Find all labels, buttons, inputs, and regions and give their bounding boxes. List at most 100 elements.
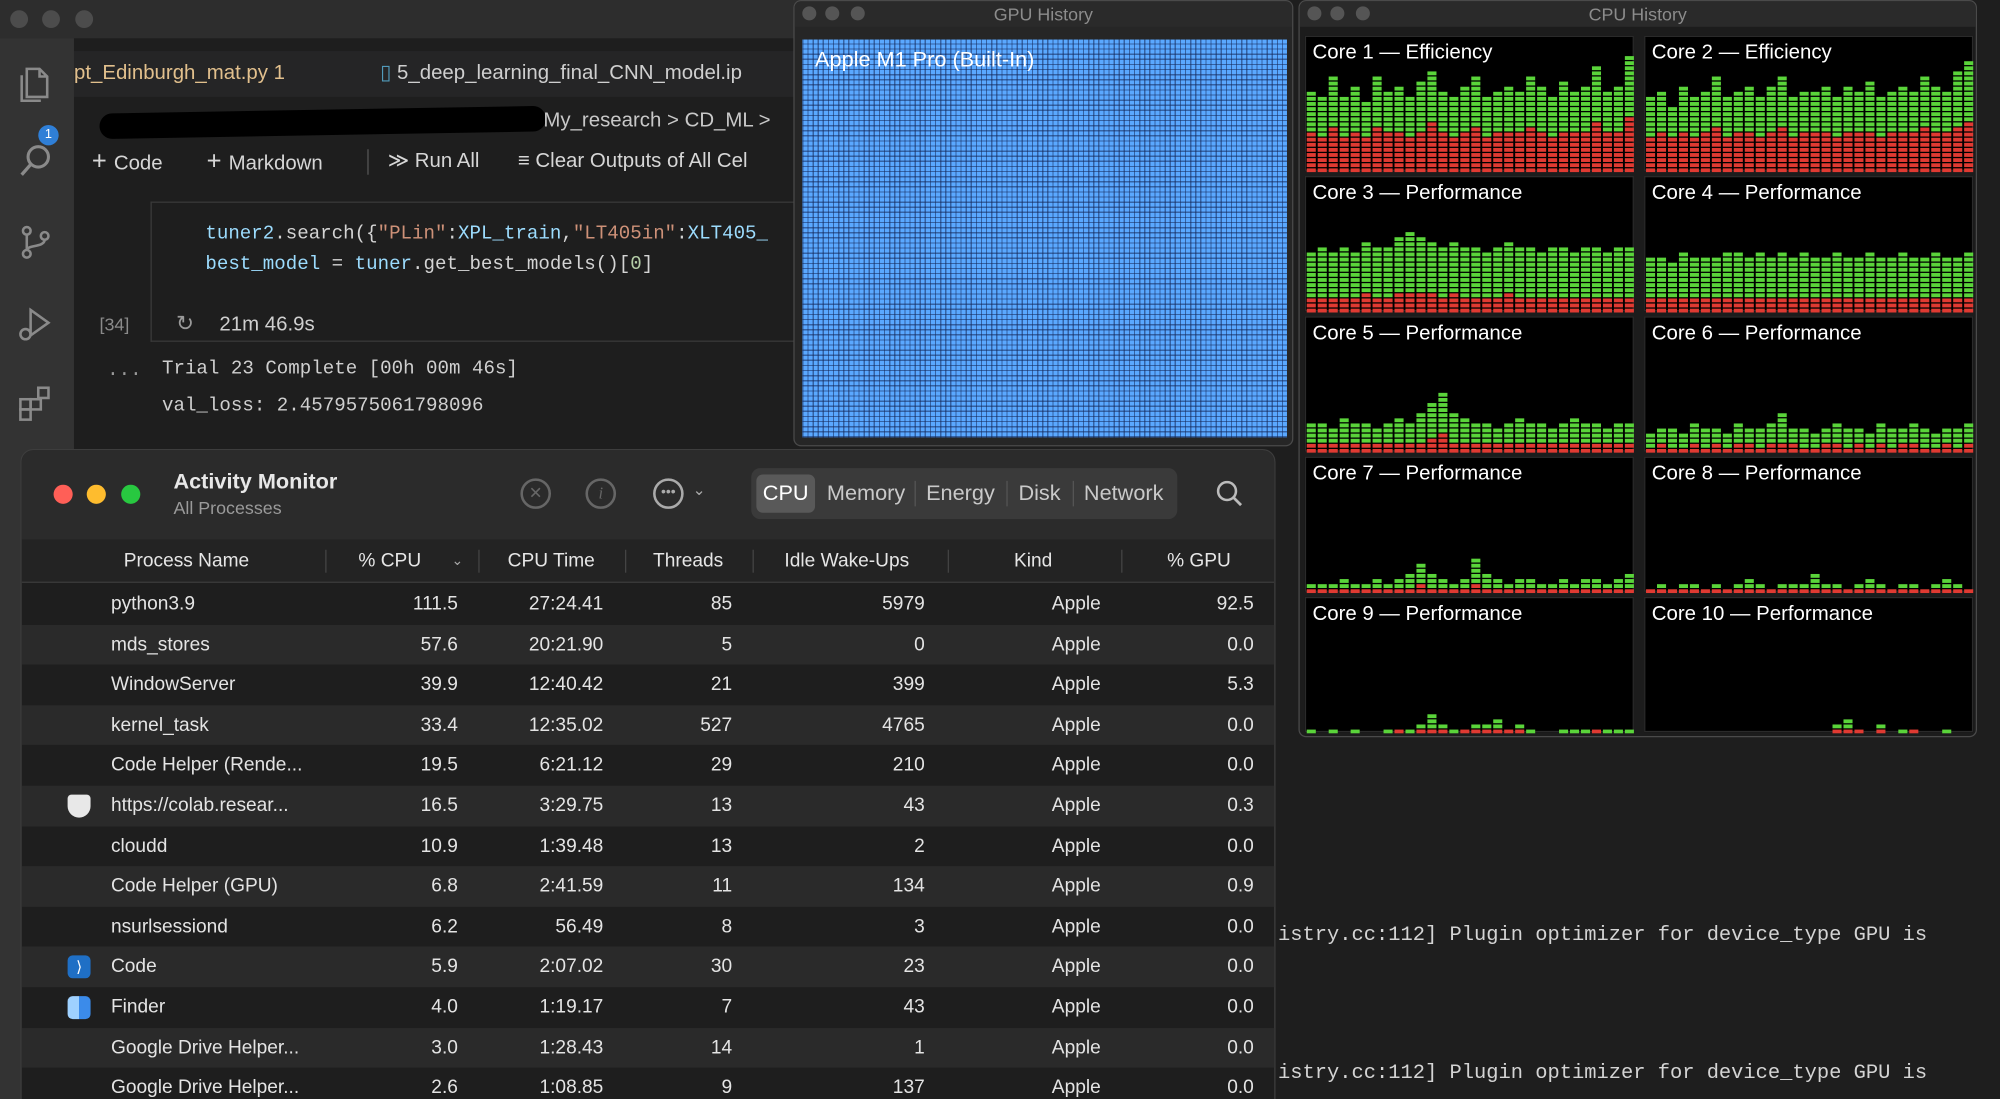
table-row[interactable]: ⟩ Code 5.9 2:07.02 30 23 Apple 0.0 [21,946,1275,988]
usage-cell [1361,122,1371,127]
shield-icon [67,794,91,818]
col-process-name[interactable]: Process Name [124,540,249,583]
col-idle-wakeups[interactable]: Idle Wake-Ups [784,540,909,583]
usage-cell [1777,137,1787,142]
breadcrumb-path[interactable]: My_research > CD_ML > [543,102,770,140]
usage-cell [1744,117,1754,122]
tab-cpu[interactable]: CPU [756,474,816,513]
table-row[interactable]: Code Helper (GPU) 6.8 2:41.59 11 134 Apple 0.9 [21,866,1275,907]
usage-cell [1799,589,1809,594]
table-row[interactable]: Google Drive Helper... 2.6 1:08.85 9 137 Appl… [22,1068,1275,1099]
table-row[interactable]: Code Helper (Rende... 19.5 6:21.12 29 210 App… [22,745,1275,785]
table-row[interactable]: cloudd 10.9 1:39.48 13 2 Apple 0.0 [22,826,1275,866]
usage-cell [1799,298,1809,303]
table-row[interactable]: nsurlsessiond 6.2 56.49 8 3 Apple 0.0 [22,907,1275,947]
close-button[interactable] [802,6,817,21]
explorer-icon[interactable] [15,64,56,105]
usage-cell [1613,584,1623,589]
zoom-button[interactable] [1355,6,1370,21]
usage-cell [1591,91,1602,96]
table-row[interactable]: python3.9 111.5 27:24.41 85 5979 Apple 92.5 [22,584,1275,624]
clear-outputs-button[interactable]: ≡ Clear Outputs of All Cel [518,143,748,181]
col-threads[interactable]: Threads [653,540,723,583]
table-row[interactable]: Google Drive Helper... 3.0 1:28.43 14 1 Apple… [21,1027,1275,1068]
col-kind[interactable]: Kind [1014,540,1052,583]
zoom-button[interactable] [75,10,94,29]
add-markdown-button[interactable]: + Markdown [207,143,323,184]
output-line-1: Trial 23 Complete [00h 00m 46s] [161,358,518,381]
extensions-icon[interactable] [15,383,56,424]
usage-cell [1865,267,1875,272]
info-icon[interactable]: i [585,478,617,509]
usage-cell [1646,132,1656,137]
usage-cell [1821,443,1831,448]
usage-cell [1372,288,1382,293]
usage-cell [1843,267,1853,272]
usage-cell [1821,438,1831,443]
usage-cell [1515,308,1525,313]
search-icon[interactable] [15,140,56,181]
usage-cell [1799,262,1809,267]
usage-cell [1570,91,1580,96]
usage-cell [1306,448,1316,453]
usage-cell [1482,428,1492,433]
divider [1121,549,1123,573]
close-button[interactable] [1307,6,1322,21]
minimize-button[interactable] [825,6,840,21]
col-cpu-percent[interactable]: % CPU [358,540,421,583]
usage-cell [1405,232,1415,236]
usage-cell [1416,252,1426,257]
usage-cell [1953,288,1963,293]
table-row[interactable]: kernel_task 33.4 12:35.02 527 4765 Apple 0.0 [21,705,1275,746]
table-row[interactable]: mds_stores 57.6 20:21.90 5 0 Apple 0.0 [21,624,1275,665]
usage-cell [1482,423,1492,428]
close-button[interactable] [53,484,73,504]
stop-process-icon[interactable]: ✕ [520,478,552,509]
usage-cell [1526,267,1536,272]
usage-cell [1317,589,1327,594]
usage-cell [1482,168,1492,173]
minimize-button[interactable] [42,10,60,29]
minimize-button[interactable] [86,484,106,504]
usage-cell [1570,137,1580,142]
minimize-button[interactable] [1330,6,1345,21]
more-actions-icon[interactable]: ••• [653,478,684,509]
tab-memory[interactable]: Memory [820,474,912,512]
usage-cell [1777,142,1787,147]
tab-edinburgh-file[interactable]: pt_Edinburgh_mat.py 1 [74,51,285,97]
source-control-icon[interactable] [15,222,56,263]
usage-cell [1667,262,1678,267]
run-debug-icon[interactable] [15,304,56,345]
usage-cell [1548,308,1558,313]
usage-cell [1427,117,1437,122]
col-cpu-time[interactable]: CPU Time [508,540,595,583]
table-row[interactable]: https://colab.resear... 16.5 3:29.75 13 43 Ap… [21,785,1275,827]
tab-notebook[interactable]: ▯ 5_deep_learning_final_CNN_model.ip [380,51,742,97]
usage-cell [1471,262,1481,267]
col-gpu-percent[interactable]: % GPU [1167,540,1231,583]
usage-cell [1744,91,1754,96]
table-row[interactable]: WindowServer 39.9 12:40.42 21 399 Apple 5.3 [22,665,1275,705]
usage-cell [1678,137,1688,142]
usage-cell [1689,262,1699,267]
table-row[interactable]: Finder 4.0 1:19.17 7 43 Apple 0.0 [22,987,1275,1027]
run-all-button[interactable]: ≫ Run All [388,143,480,181]
usage-cell [1328,137,1338,142]
zoom-button[interactable] [121,484,141,504]
tab-network[interactable]: Network [1075,474,1172,512]
zoom-button[interactable] [850,6,865,21]
close-button[interactable] [10,10,29,29]
usage-cell [1361,107,1371,111]
chevron-down-icon[interactable]: ⌄ [693,481,706,499]
tab-disk[interactable]: Disk [1009,474,1070,512]
add-code-button[interactable]: + Code [92,143,163,184]
usage-cell [1788,272,1798,277]
tab-energy[interactable]: Energy [917,474,1004,512]
usage-cell [1909,423,1919,428]
usage-cell [1942,107,1952,111]
output-ellipsis[interactable]: ... [107,360,141,382]
usage-cell [1942,163,1952,168]
usage-cell [1832,272,1842,277]
search-icon[interactable] [1216,480,1244,508]
cpu-core-panel: Core 8 — Performance [1644,456,1974,594]
